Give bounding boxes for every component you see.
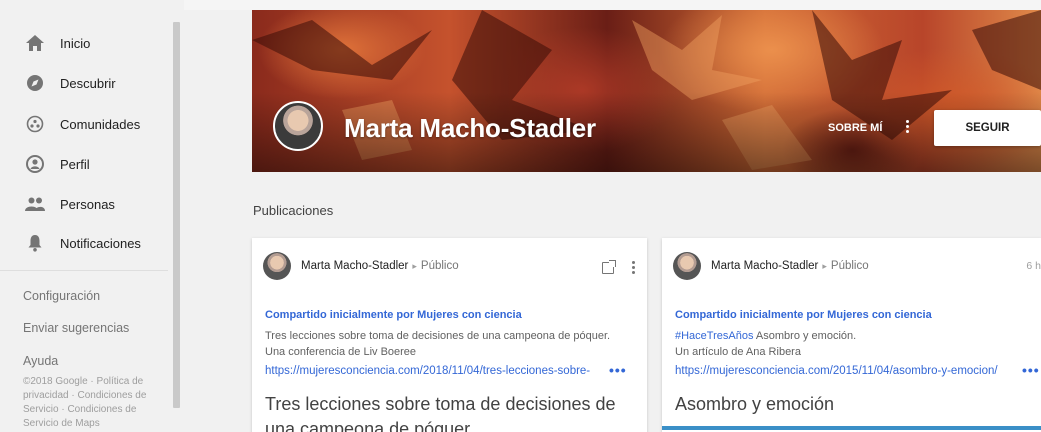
- chevron-right-icon: ▸: [822, 260, 827, 271]
- more-vert-icon[interactable]: [904, 118, 910, 136]
- sidebar-item-personas[interactable]: Personas: [0, 184, 170, 224]
- follow-button[interactable]: SEGUIR: [934, 110, 1041, 146]
- sidebar-item-label: Descubrir: [60, 75, 116, 91]
- post-card: Marta Macho-Stadler ▸ Público 6 h Compar…: [662, 238, 1041, 432]
- post-header: Marta Macho-Stadler ▸ Público: [263, 251, 647, 281]
- more-vert-icon[interactable]: [632, 259, 635, 276]
- sidebar-item-comunidades[interactable]: Comunidades: [0, 104, 170, 144]
- post-author[interactable]: Marta Macho-Stadler: [301, 260, 408, 272]
- sidebar-item-label: Notificaciones: [60, 235, 141, 251]
- sidebar-divider: [0, 270, 168, 271]
- post-text-line: Una conferencia de Liv Boeree: [265, 346, 417, 358]
- open-external-icon[interactable]: [602, 259, 616, 274]
- avatar[interactable]: [273, 101, 323, 151]
- profile-name: Marta Macho-Stadler: [344, 113, 596, 143]
- profile-cover: Marta Macho-Stadler SOBRE MÍ SEGUIR: [252, 10, 1041, 172]
- post-author[interactable]: Marta Macho-Stadler: [711, 260, 818, 272]
- post-header: Marta Macho-Stadler ▸ Público: [673, 251, 1041, 281]
- sidebar: Inicio Descubrir Comunidades Perfil Pers…: [0, 0, 184, 432]
- sidebar-item-label: Comunidades: [60, 116, 141, 132]
- post-text-line: Un artículo de Ana Ribera: [675, 346, 801, 358]
- shared-from-link[interactable]: Compartido inicialmente por Mujeres con …: [675, 309, 932, 321]
- help-link[interactable]: Ayuda: [23, 354, 58, 368]
- chevron-right-icon: ▸: [412, 260, 417, 271]
- more-horiz-icon[interactable]: •••: [609, 363, 627, 377]
- sidebar-item-label: Perfil: [60, 156, 90, 172]
- section-title: Publicaciones: [253, 203, 334, 218]
- post-visibility: Público: [420, 260, 459, 272]
- post-link-title[interactable]: Tres lecciones sobre toma de decisiones …: [265, 392, 635, 432]
- post-card: Marta Macho-Stadler ▸ Público Compartido…: [252, 238, 647, 432]
- post-url-link[interactable]: https://mujeresconciencia.com/2015/11/04…: [675, 365, 1018, 377]
- post-visibility: Público: [830, 260, 869, 272]
- compass-icon: [23, 71, 47, 95]
- home-icon: [23, 31, 47, 55]
- sidebar-scrollbar[interactable]: [173, 22, 180, 408]
- sidebar-item-label: Personas: [60, 196, 115, 212]
- post-link-title[interactable]: Asombro y emoción: [675, 392, 834, 417]
- avatar[interactable]: [263, 252, 291, 280]
- link-preview-image[interactable]: [662, 426, 1041, 430]
- about-button[interactable]: SOBRE MÍ: [828, 122, 882, 134]
- profile-icon: [23, 152, 47, 176]
- post-url-link[interactable]: https://mujeresconciencia.com/2018/11/04…: [265, 365, 602, 377]
- post-text-line: #HaceTresAños Asombro y emoción.: [675, 330, 856, 342]
- post-text: Asombro y emoción.: [753, 330, 857, 342]
- legal-links[interactable]: ©2018 Google · Política de privacidad · …: [23, 375, 163, 431]
- sidebar-item-descubrir[interactable]: Descubrir: [0, 63, 170, 103]
- sidebar-item-label: Inicio: [60, 35, 91, 51]
- hashtag-link[interactable]: #HaceTresAños: [675, 330, 753, 342]
- sidebar-item-notificaciones[interactable]: Notificaciones: [0, 223, 170, 263]
- sidebar-item-inicio[interactable]: Inicio: [0, 23, 170, 63]
- more-horiz-icon[interactable]: •••: [1022, 363, 1040, 377]
- post-time: 6 h: [1026, 260, 1041, 272]
- sidebar-item-perfil[interactable]: Perfil: [0, 144, 170, 184]
- people-icon: [23, 192, 47, 216]
- feedback-link[interactable]: Enviar sugerencias: [23, 321, 129, 335]
- settings-link[interactable]: Configuración: [23, 289, 100, 303]
- avatar[interactable]: [673, 252, 701, 280]
- post-text-line: Tres lecciones sobre toma de decisiones …: [265, 330, 611, 342]
- bell-icon: [23, 231, 47, 255]
- shared-from-link[interactable]: Compartido inicialmente por Mujeres con …: [265, 309, 522, 321]
- communities-icon: [23, 112, 47, 136]
